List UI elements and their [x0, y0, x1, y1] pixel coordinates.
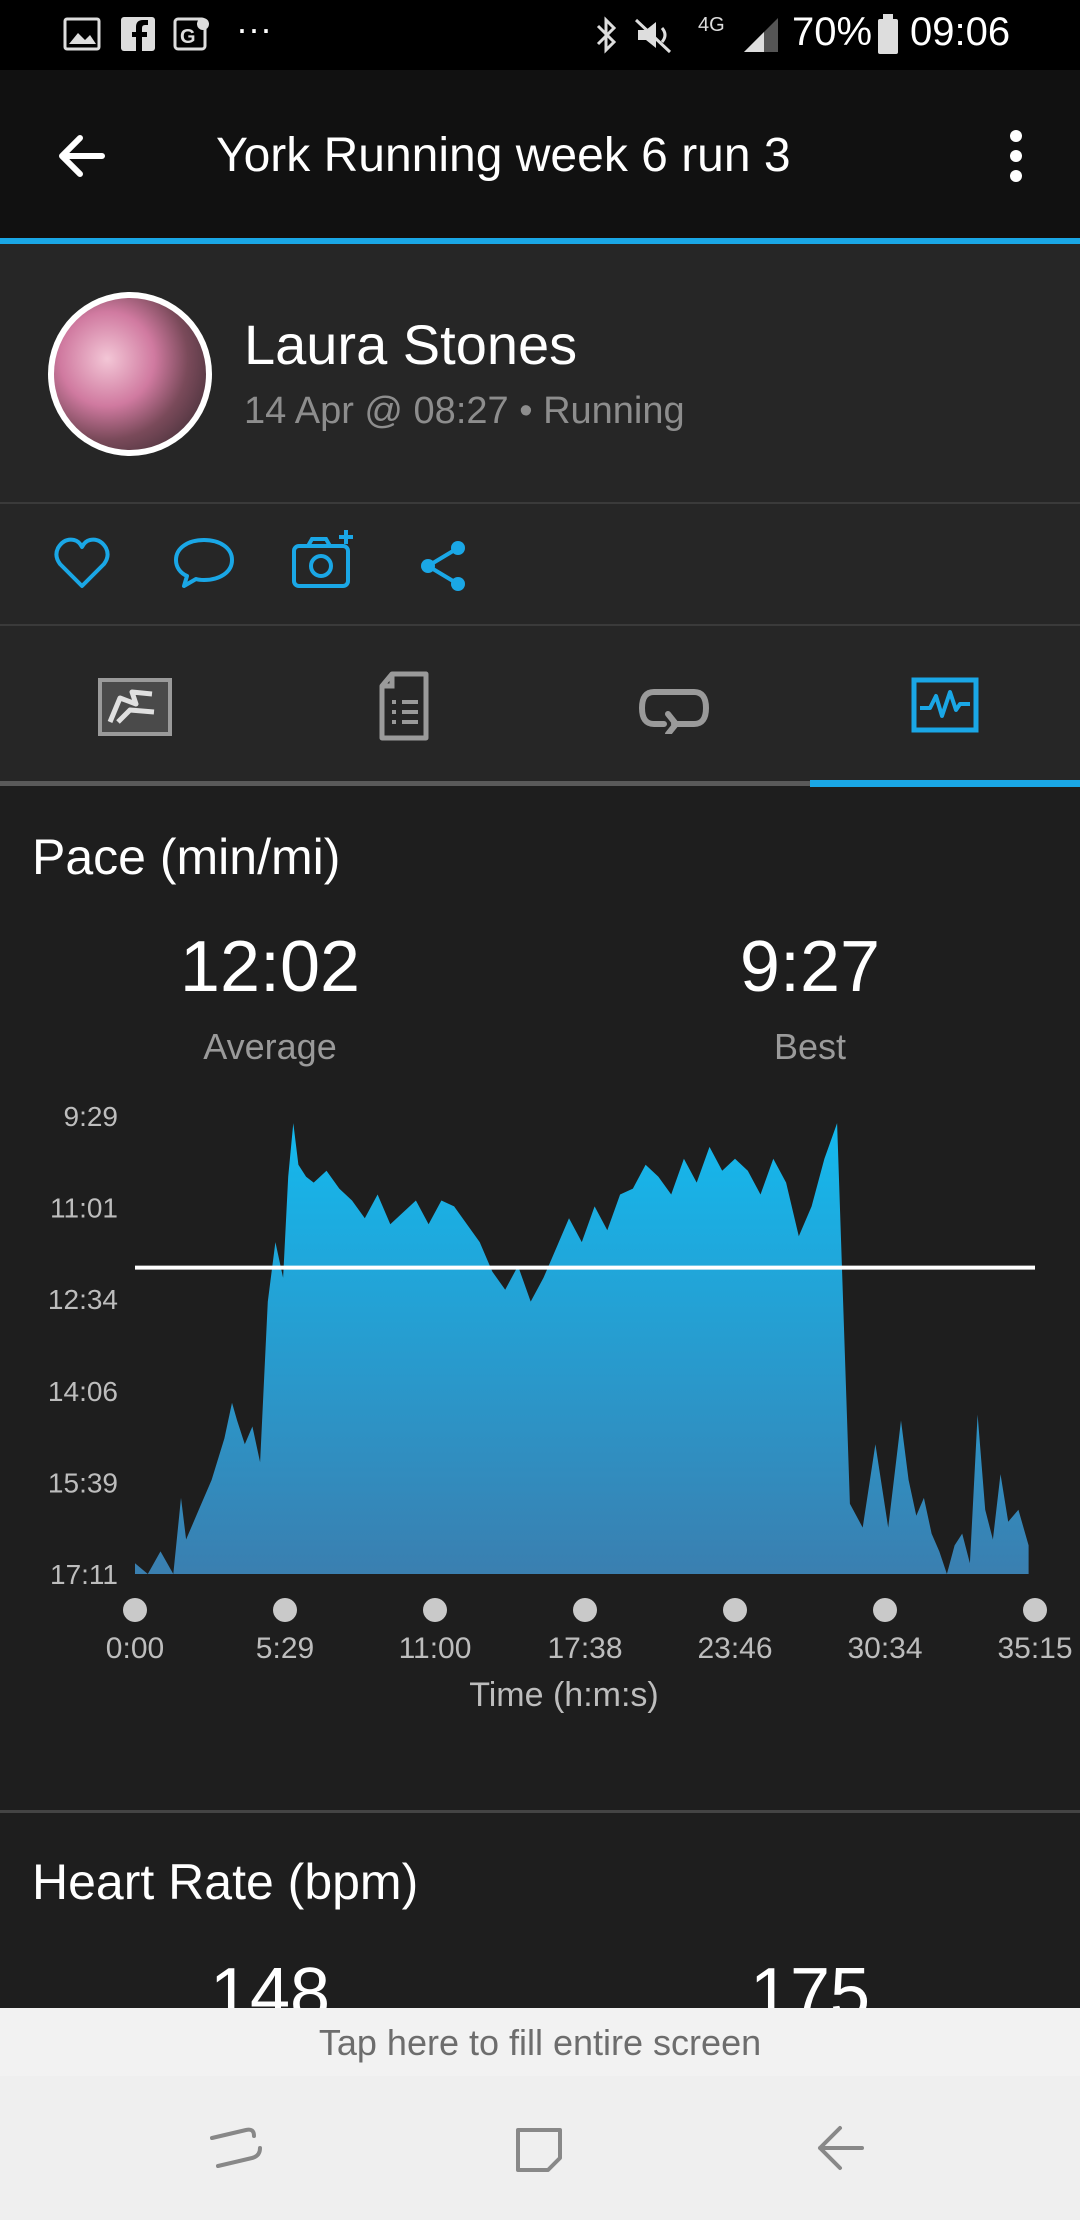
x-tick-label: 35:15 — [997, 1632, 1072, 1665]
comment-icon[interactable] — [172, 534, 236, 592]
y-tick-label: 15:39 — [48, 1467, 118, 1498]
maps-icon: G — [173, 17, 209, 51]
home-icon[interactable] — [510, 2120, 568, 2176]
laps-tab-icon[interactable] — [638, 682, 710, 734]
avatar[interactable] — [48, 292, 212, 456]
y-tick-label: 14:06 — [48, 1376, 118, 1407]
activity-meta: 14 Apr @ 08:27 • Running — [244, 390, 685, 432]
map-tab-icon[interactable] — [96, 676, 174, 738]
x-scrub-dot[interactable] — [573, 1598, 597, 1622]
x-tick-label: 17:38 — [547, 1632, 622, 1665]
like-icon[interactable] — [52, 534, 112, 592]
details-tab-icon[interactable] — [376, 670, 432, 742]
x-scrub-dot[interactable] — [423, 1598, 447, 1622]
gallery-icon — [63, 17, 101, 51]
heart-rate-max-value: 175 — [749, 1954, 871, 2013]
mute-icon — [634, 18, 672, 54]
y-tick-label: 11:01 — [50, 1193, 118, 1224]
x-axis-label: Time (h:m:s) — [469, 1676, 659, 1714]
share-icon[interactable] — [416, 538, 472, 594]
charts-tab-icon[interactable] — [910, 676, 980, 736]
recents-icon[interactable] — [206, 2120, 266, 2176]
x-scrub-dot[interactable] — [723, 1598, 747, 1622]
x-scrub-dot[interactable] — [1023, 1598, 1047, 1622]
facebook-icon — [121, 17, 155, 51]
active-tab-indicator — [810, 780, 1080, 787]
pace-chart[interactable]: 9:29 11:01 12:34 14:06 15:39 17:11 0:00 5:29 11… — [0, 788, 1080, 1812]
activity-header: Laura Stones 14 Apr @ 08:27 • Running — [0, 244, 1080, 504]
signal-icon — [744, 18, 778, 52]
battery-icon — [878, 14, 898, 54]
add-photo-icon[interactable] — [290, 528, 360, 592]
user-name[interactable]: Laura Stones — [244, 312, 577, 377]
heart-rate-average-value: 148 — [209, 1954, 331, 2013]
fill-screen-banner[interactable]: Tap here to fill entire screen — [0, 2008, 1080, 2076]
tab-bar — [0, 626, 1080, 786]
heart-rate-title: Heart Rate (bpm) — [32, 1854, 419, 1910]
x-tick-label: 0:00 — [106, 1632, 164, 1665]
more-notifications-indicator: ··· — [236, 8, 272, 49]
x-tick-label: 5:29 — [256, 1632, 314, 1665]
action-row — [0, 504, 1080, 626]
bluetooth-icon — [596, 16, 617, 54]
back-icon[interactable] — [810, 2120, 870, 2176]
system-nav-bar — [0, 2076, 1080, 2220]
arrow-left-icon[interactable] — [52, 126, 112, 186]
x-scrub-dot[interactable] — [123, 1598, 147, 1622]
y-tick-label: 17:11 — [50, 1559, 118, 1590]
x-scrub-dot[interactable] — [273, 1598, 297, 1622]
network-type: 4G — [698, 14, 725, 36]
y-tick-label: 12:34 — [48, 1284, 118, 1315]
svg-text:G: G — [180, 26, 196, 48]
status-bar: G ··· 4G 70% 09:06 — [0, 0, 1080, 70]
clock: 09:06 — [910, 10, 1011, 54]
x-tick-label: 30:34 — [847, 1632, 922, 1665]
y-tick-label: 9:29 — [64, 1101, 119, 1132]
pace-area-series — [135, 1123, 1029, 1574]
battery-percent: 70% — [792, 10, 873, 54]
pace-section: Pace (min/mi) 12:02 Average 9:27 Best 9:… — [0, 788, 1080, 1812]
x-tick-label: 11:00 — [399, 1632, 472, 1665]
more-vert-icon[interactable] — [996, 126, 1036, 186]
app-bar: York Running week 6 run 3 — [0, 70, 1080, 242]
heart-rate-section: Heart Rate (bpm) 148 175 — [0, 1813, 1080, 2013]
x-scrub-dot[interactable] — [873, 1598, 897, 1622]
fill-screen-text: Tap here to fill entire screen — [318, 2022, 762, 2063]
x-tick-label: 23:46 — [697, 1632, 772, 1665]
page-title: York Running week 6 run 3 — [216, 129, 791, 182]
